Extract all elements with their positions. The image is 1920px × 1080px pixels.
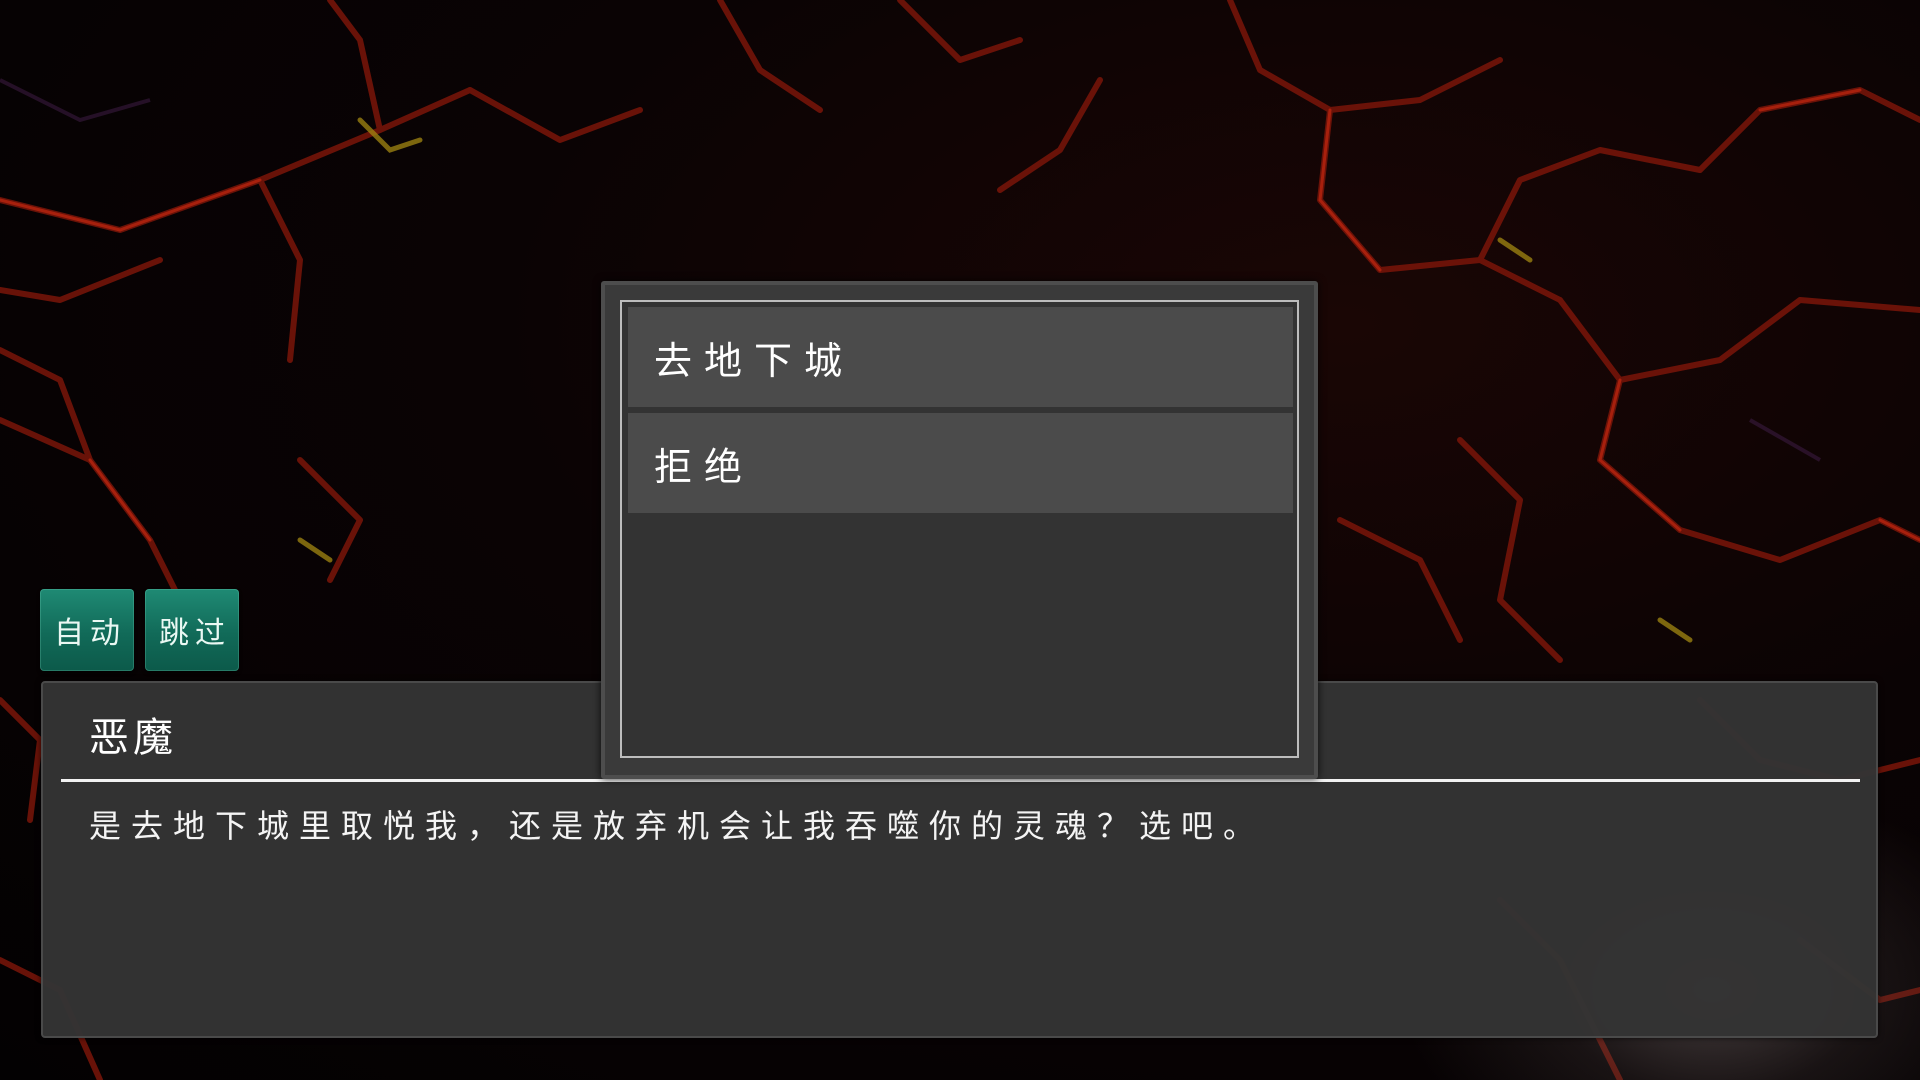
choice-refuse[interactable]: 拒绝 — [628, 413, 1293, 513]
dialogue-text: 是去地下城里取悦我，还是放弃机会让我吞噬你的灵魂？选吧。 — [89, 807, 1266, 845]
choice-menu: 去地下城 拒绝 — [601, 281, 1318, 779]
speaker-name: 恶魔 — [89, 715, 177, 761]
auto-button[interactable]: 自动 — [40, 589, 134, 671]
game-screen: 自动 跳过 恶魔 是去地下城里取悦我，还是放弃机会让我吞噬你的灵魂？选吧。 去地… — [0, 0, 1920, 1080]
choice-go-dungeon[interactable]: 去地下城 — [628, 307, 1293, 407]
dialogue-divider — [61, 779, 1860, 782]
skip-button[interactable]: 跳过 — [145, 589, 239, 671]
choice-list: 去地下城 拒绝 — [620, 300, 1299, 758]
